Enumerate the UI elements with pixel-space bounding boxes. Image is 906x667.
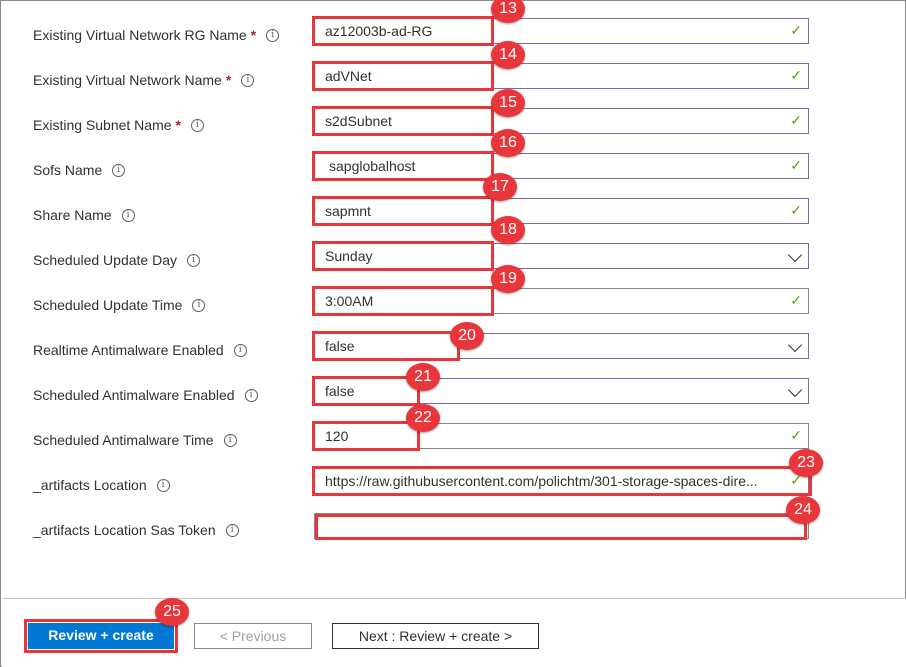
field-label: Realtime Antimalware Enabled	[33, 342, 224, 358]
field-label: _artifacts Location Sas Token	[33, 522, 216, 538]
chevron-down-icon	[787, 382, 803, 398]
highlight-box	[312, 151, 494, 181]
step-marker: 18	[491, 216, 525, 244]
info-icon[interactable]: i	[187, 253, 200, 267]
highlight-box	[312, 466, 812, 496]
step-marker: 14	[491, 41, 525, 69]
form-row-scheduled-antimalware: Scheduled Antimalware Enabled i false	[1, 371, 906, 416]
field-label: Existing Subnet Name	[33, 117, 172, 133]
next-review-create-button[interactable]: Next : Review + create >	[332, 623, 539, 649]
info-icon[interactable]: i	[244, 388, 258, 402]
field-label: Existing Virtual Network Name	[33, 72, 222, 88]
checkmark-icon: ✓	[790, 22, 802, 38]
chevron-down-icon	[787, 337, 803, 353]
highlight-box	[312, 61, 494, 91]
info-icon[interactable]: i	[223, 433, 237, 447]
highlight-box	[312, 376, 420, 406]
info-icon[interactable]: i	[233, 343, 247, 357]
info-icon[interactable]: i	[225, 523, 239, 537]
info-icon[interactable]: i	[112, 163, 126, 177]
step-marker: 24	[786, 496, 820, 524]
checkmark-icon: ✓	[790, 67, 802, 83]
info-icon[interactable]: i	[192, 298, 206, 312]
step-marker: 20	[450, 322, 484, 350]
form-row-antimalware-time: Scheduled Antimalware Time i 120 ✓	[1, 416, 906, 461]
info-icon[interactable]: i	[241, 73, 255, 87]
highlight-box	[315, 514, 807, 540]
previous-button[interactable]: < Previous	[194, 623, 312, 649]
checkmark-icon: ✓	[790, 202, 802, 218]
step-marker: 19	[491, 265, 525, 293]
field-label: Existing Virtual Network RG Name	[33, 27, 247, 43]
info-icon[interactable]: i	[266, 28, 280, 42]
step-marker: 15	[491, 89, 525, 117]
field-label: Share Name	[33, 207, 112, 223]
highlight-box	[312, 16, 494, 46]
field-label: Scheduled Update Time	[33, 297, 183, 313]
info-icon[interactable]: i	[121, 208, 135, 222]
required-asterisk: *	[250, 27, 257, 43]
info-icon[interactable]: i	[190, 118, 204, 132]
field-label: Scheduled Antimalware Enabled	[33, 387, 235, 403]
wizard-footer: Review + create < Previous Next : Review…	[2, 598, 906, 667]
step-marker: 17	[483, 173, 517, 201]
checkmark-icon: ✓	[790, 292, 802, 308]
step-marker: 21	[406, 363, 440, 391]
checkmark-icon: ✓	[790, 112, 802, 128]
field-label: Sofs Name	[33, 162, 103, 178]
step-marker: 16	[491, 129, 525, 157]
required-asterisk: *	[175, 117, 181, 133]
highlight-box	[312, 421, 420, 451]
highlight-box	[312, 286, 494, 316]
highlight-box	[312, 196, 494, 226]
required-asterisk: *	[225, 72, 232, 88]
step-marker: 22	[406, 404, 440, 432]
step-marker: 23	[789, 449, 823, 477]
field-label: _artifacts Location	[33, 477, 147, 493]
info-icon[interactable]: i	[156, 478, 170, 492]
field-label: Scheduled Antimalware Time	[33, 432, 214, 448]
highlight-box	[312, 106, 494, 136]
deployment-form-panel: Existing Virtual Network RG Name * i az120…	[0, 0, 906, 667]
highlight-box	[24, 619, 178, 653]
checkmark-icon: ✓	[790, 427, 802, 443]
field-label: Scheduled Update Day	[33, 252, 177, 268]
highlight-box	[312, 331, 460, 361]
step-marker: 25	[155, 598, 189, 626]
chevron-down-icon	[787, 247, 803, 263]
checkmark-icon: ✓	[790, 157, 802, 173]
highlight-box	[312, 241, 494, 271]
